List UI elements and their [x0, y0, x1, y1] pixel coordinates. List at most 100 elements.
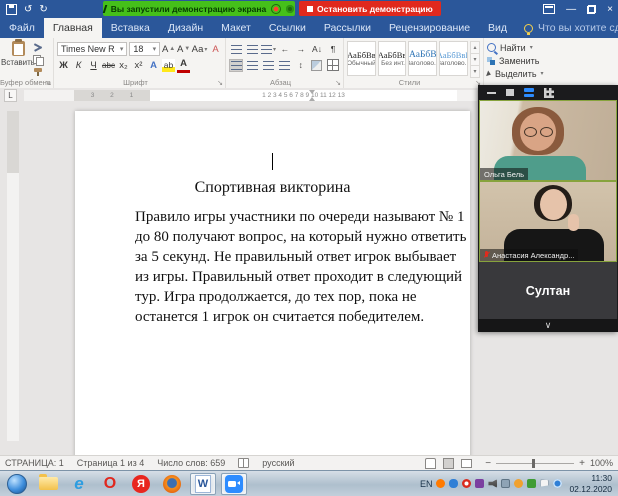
vertical-ruler[interactable] [7, 111, 19, 441]
gpu-icon[interactable] [527, 479, 537, 488]
style-normal[interactable]: АаБбВв Обычный [347, 41, 376, 76]
multilevel-list-icon[interactable]: ▾ [261, 43, 276, 56]
word-count[interactable]: Число слов: 659 [157, 458, 225, 468]
opera-button[interactable]: O [97, 473, 123, 495]
tell-me-box[interactable]: Что вы хотите сделать? [516, 18, 618, 38]
restore-button[interactable] [587, 4, 597, 14]
shading-icon[interactable] [310, 59, 324, 72]
styles-scroll-down-icon[interactable]: ▾ [469, 54, 481, 66]
format-painter-icon[interactable] [33, 67, 45, 76]
explorer-button[interactable] [35, 473, 61, 495]
web-layout-icon[interactable] [461, 458, 473, 468]
messenger-icon[interactable] [449, 479, 459, 488]
tab-layout[interactable]: Макет [212, 18, 260, 38]
document-page[interactable]: Спортивная викторина Правило игры участн… [75, 111, 470, 455]
participant-video-2[interactable]: Анастасия Александр... [479, 181, 617, 262]
change-case-icon[interactable]: Аа ▾ [192, 43, 208, 56]
read-mode-icon[interactable] [425, 457, 437, 469]
copy-icon[interactable] [33, 55, 45, 66]
cut-icon[interactable] [33, 43, 45, 52]
borders-icon[interactable] [326, 59, 340, 72]
app-icon[interactable] [475, 479, 485, 488]
align-center-icon[interactable] [245, 59, 259, 72]
align-left-icon[interactable] [229, 58, 244, 72]
subscript-icon[interactable]: x₂ [117, 59, 130, 72]
align-right-icon[interactable] [261, 59, 275, 72]
volume-icon[interactable] [488, 479, 498, 488]
clock[interactable]: 11:30 02.12.2020 [569, 473, 612, 493]
network-icon[interactable] [501, 479, 511, 488]
numbered-list-icon[interactable] [245, 43, 259, 56]
zoom-minimize-icon[interactable] [487, 91, 496, 94]
style-heading2[interactable]: АаБбВвГ Заголово... [439, 41, 468, 76]
zoom-out-icon[interactable]: − [485, 458, 491, 469]
text-effects-icon[interactable]: А [147, 59, 160, 72]
styles-more-icon[interactable]: ▾ [469, 66, 481, 78]
italic-icon[interactable]: К [72, 59, 85, 72]
zoom-percentage[interactable]: 100% [590, 458, 613, 468]
stop-share-button[interactable]: Остановить демонстрацию [299, 1, 441, 16]
participant-video-3[interactable]: Султан [479, 262, 617, 320]
word-taskbar-button[interactable]: W [190, 472, 216, 495]
paste-button[interactable]: Вставить [1, 39, 35, 77]
decrease-indent-icon[interactable]: ← [278, 43, 292, 56]
zoom-in-icon[interactable]: + [579, 458, 585, 469]
page-indicator[interactable]: СТРАНИЦА: 1 [5, 458, 64, 468]
proofing-book-icon[interactable] [238, 458, 250, 468]
guard-icon[interactable] [462, 479, 472, 488]
increase-indent-icon[interactable]: → [294, 43, 308, 56]
find-button[interactable]: Найти ▾ [487, 41, 561, 54]
tab-stop-selector[interactable]: L [4, 89, 17, 102]
zoom-taskbar-button[interactable] [221, 472, 247, 495]
font-size-combo[interactable]: 18 ▾ [129, 42, 161, 56]
zoom-stack-view-icon[interactable] [524, 88, 534, 97]
shrink-font-icon[interactable]: А ▼ [177, 43, 190, 56]
firefox-button[interactable] [159, 473, 185, 495]
style-no-spacing[interactable]: АаБбВв 1 Без инт... [377, 41, 407, 76]
show-paragraph-marks-icon[interactable]: ¶ [326, 43, 340, 56]
zoom-gallery-view-icon[interactable] [544, 87, 554, 98]
select-button[interactable]: Выделить ▾ [486, 67, 561, 80]
line-spacing-icon[interactable]: ↕ [294, 59, 308, 72]
zoom-slider[interactable] [496, 458, 575, 468]
redo-icon[interactable]: ↻ [39, 4, 47, 15]
justify-icon[interactable] [278, 59, 292, 72]
underline-icon[interactable]: Ч [87, 59, 100, 72]
info-icon[interactable] [553, 479, 563, 488]
superscript-icon[interactable]: x² [132, 59, 145, 72]
grow-font-icon[interactable]: А ▲ [162, 43, 175, 56]
strikethrough-icon[interactable]: abc [102, 59, 115, 72]
language-switcher[interactable]: EN [420, 479, 433, 489]
recording-icon[interactable] [271, 3, 282, 14]
language-indicator[interactable]: русский [262, 458, 294, 468]
zoom-single-view-icon[interactable] [506, 89, 514, 96]
bullet-list-icon[interactable] [229, 43, 243, 56]
clipboard-dialog-launcher[interactable]: ↘ [45, 79, 51, 87]
participant-video-1[interactable]: Ольга Бель [479, 100, 617, 181]
indent-marker[interactable] [309, 90, 316, 101]
tab-file[interactable]: Файл [0, 18, 44, 38]
tab-insert[interactable]: Вставка [102, 18, 159, 38]
undo-icon[interactable]: ↺ [24, 4, 32, 15]
sort-icon[interactable]: А↓ [310, 43, 324, 56]
close-button[interactable]: × [607, 4, 613, 15]
highlight-color-icon[interactable]: ab [162, 58, 175, 72]
tab-review[interactable]: Рецензирование [380, 18, 479, 38]
zoom-slider-thumb[interactable] [532, 458, 536, 468]
page-of-indicator[interactable]: Страница 1 из 4 [77, 458, 144, 468]
tab-home[interactable]: Главная [43, 18, 102, 38]
styles-scroll-up-icon[interactable]: ▴ [469, 41, 481, 54]
start-button[interactable] [4, 473, 30, 495]
clear-formatting-icon[interactable]: А [209, 43, 222, 56]
print-layout-icon[interactable] [443, 457, 455, 469]
tab-references[interactable]: Ссылки [260, 18, 315, 38]
zoom-panel-collapse[interactable]: ∨ [478, 319, 618, 332]
horizontal-ruler[interactable]: 3 2 1 1 2 3 4 5 6 7 8 9 10 11 12 13 [24, 90, 477, 101]
tab-design[interactable]: Дизайн [159, 18, 212, 38]
yandex-browser-button[interactable]: Я [128, 473, 154, 495]
hide-controls-icon[interactable] [286, 4, 295, 13]
save-icon[interactable] [6, 3, 17, 15]
antivirus-icon[interactable] [436, 479, 446, 488]
action-center-flag-icon[interactable] [540, 479, 550, 487]
minimize-button[interactable]: — [566, 4, 576, 15]
